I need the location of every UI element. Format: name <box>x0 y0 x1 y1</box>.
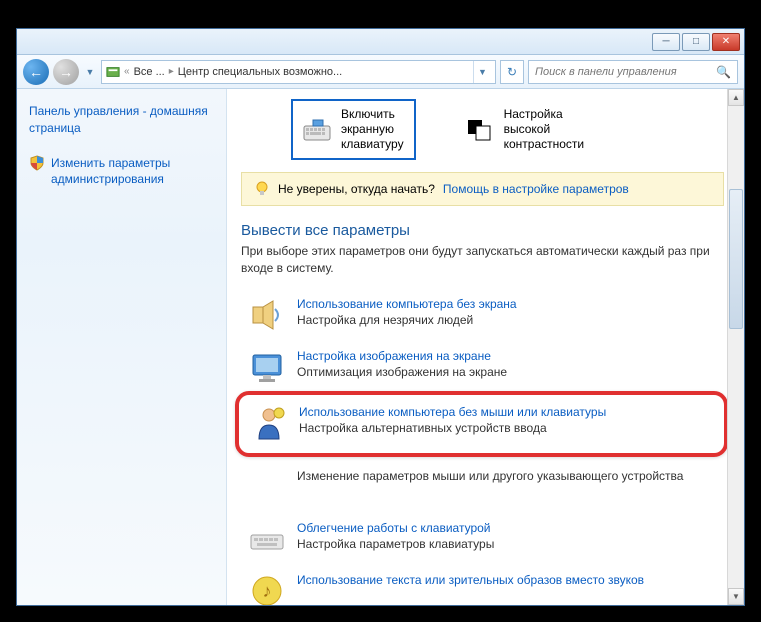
hint-text: Не уверены, откуда начать? <box>278 182 435 196</box>
maximize-button[interactable]: □ <box>682 33 710 51</box>
keyboard-flat-icon <box>249 521 285 557</box>
minimize-button[interactable]: ─ <box>652 33 680 51</box>
option-title[interactable]: Настройка изображения на экране <box>297 349 507 363</box>
monitor-icon <box>249 349 285 385</box>
search-input[interactable] <box>535 66 712 78</box>
hint-link[interactable]: Помощь в настройке параметров <box>443 182 629 196</box>
option-desc: Настройка альтернативных устройств ввода <box>299 421 606 435</box>
contrast-icon <box>466 118 494 142</box>
search-box[interactable]: 🔍 <box>528 60 738 84</box>
keyboard-icon <box>303 118 331 142</box>
svg-text:♪: ♪ <box>263 581 272 601</box>
tile-keyboard-label: Включить экранную клавиатуру <box>341 107 404 152</box>
highlighted-option: Использование компьютера без мыши или кл… <box>235 391 728 457</box>
tile-onscreen-keyboard[interactable]: Включить экранную клавиатуру <box>291 99 416 160</box>
blank-icon <box>249 469 285 505</box>
option-mouse-settings[interactable]: Изменение параметров мыши или другого ук… <box>241 463 724 515</box>
option-title[interactable]: Использование компьютера без мыши или кл… <box>299 405 606 419</box>
option-title[interactable]: Облегчение работы с клавиатурой <box>297 521 494 535</box>
option-no-mouse-keyboard[interactable]: Использование компьютера без мыши или кл… <box>249 403 718 443</box>
close-button[interactable]: ✕ <box>712 33 740 51</box>
option-title[interactable]: Использование текста или зрительных обра… <box>297 573 644 587</box>
address-dropdown[interactable]: ▼ <box>473 61 491 83</box>
tile-high-contrast[interactable]: Настройка высокой контрастности <box>456 99 595 160</box>
scroll-thumb[interactable] <box>729 189 743 329</box>
option-title[interactable]: Использование компьютера без экрана <box>297 297 517 311</box>
person-icon <box>251 405 287 441</box>
tile-contrast-label: Настройка высокой контрастности <box>504 107 585 152</box>
option-desc: Настройка параметров клавиатуры <box>297 537 494 551</box>
address-bar[interactable]: « Все ... ▸ Центр специальных возможно..… <box>101 60 496 84</box>
quick-tiles: Включить экранную клавиатуру Настройка в… <box>241 99 724 160</box>
nav-history-dropdown[interactable]: ▼ <box>83 60 97 84</box>
search-icon[interactable]: 🔍 <box>716 65 731 79</box>
scrollbar[interactable]: ▲ ▼ <box>727 89 744 605</box>
breadcrumb-part1[interactable]: Все ... <box>134 66 165 78</box>
option-desc: Настройка для незрячих людей <box>297 313 517 327</box>
sidebar-item-admin[interactable]: Изменить параметры администрирования <box>29 155 214 189</box>
body: Панель управления - домашняя страница Из… <box>17 89 744 605</box>
window: ─ □ ✕ ← → ▼ « Все ... ▸ Центр специальны… <box>16 28 745 606</box>
speaker-icon <box>249 297 285 333</box>
hint-bar: Не уверены, откуда начать? Помощь в наст… <box>241 172 724 206</box>
shield-icon <box>29 155 45 171</box>
sidebar-home-link[interactable]: Панель управления - домашняя страница <box>29 103 214 137</box>
sidebar: Панель управления - домашняя страница Из… <box>17 89 227 605</box>
option-no-display[interactable]: Использование компьютера без экрана Наст… <box>241 291 724 343</box>
sound-visual-icon: ♪ <box>249 573 285 605</box>
section-heading: Вывести все параметры <box>241 222 724 239</box>
titlebar: ─ □ ✕ <box>17 29 744 55</box>
option-display-settings[interactable]: Настройка изображения на экране Оптимиза… <box>241 343 724 395</box>
back-button[interactable]: ← <box>23 59 49 85</box>
control-panel-icon <box>106 65 120 79</box>
sidebar-admin-link[interactable]: Изменить параметры администрирования <box>51 155 214 189</box>
breadcrumb-part2[interactable]: Центр специальных возможно... <box>178 66 342 78</box>
breadcrumb-sep-icon: « <box>124 66 130 77</box>
content: Включить экранную клавиатуру Настройка в… <box>227 89 744 605</box>
refresh-button[interactable]: ↻ <box>500 60 524 84</box>
forward-button[interactable]: → <box>53 59 79 85</box>
section-subtext: При выборе этих параметров они будут зап… <box>241 243 724 277</box>
lightbulb-icon <box>254 181 270 197</box>
scroll-down-button[interactable]: ▼ <box>728 588 744 605</box>
scroll-up-button[interactable]: ▲ <box>728 89 744 106</box>
option-desc: Оптимизация изображения на экране <box>297 365 507 379</box>
option-visual-alerts[interactable]: ♪ Использование текста или зрительных об… <box>241 567 724 605</box>
option-keyboard-ease[interactable]: Облегчение работы с клавиатурой Настройк… <box>241 515 724 567</box>
chevron-right-icon: ▸ <box>169 66 174 77</box>
option-desc: Изменение параметров мыши или другого ук… <box>297 469 683 483</box>
navbar: ← → ▼ « Все ... ▸ Центр специальных возм… <box>17 55 744 89</box>
